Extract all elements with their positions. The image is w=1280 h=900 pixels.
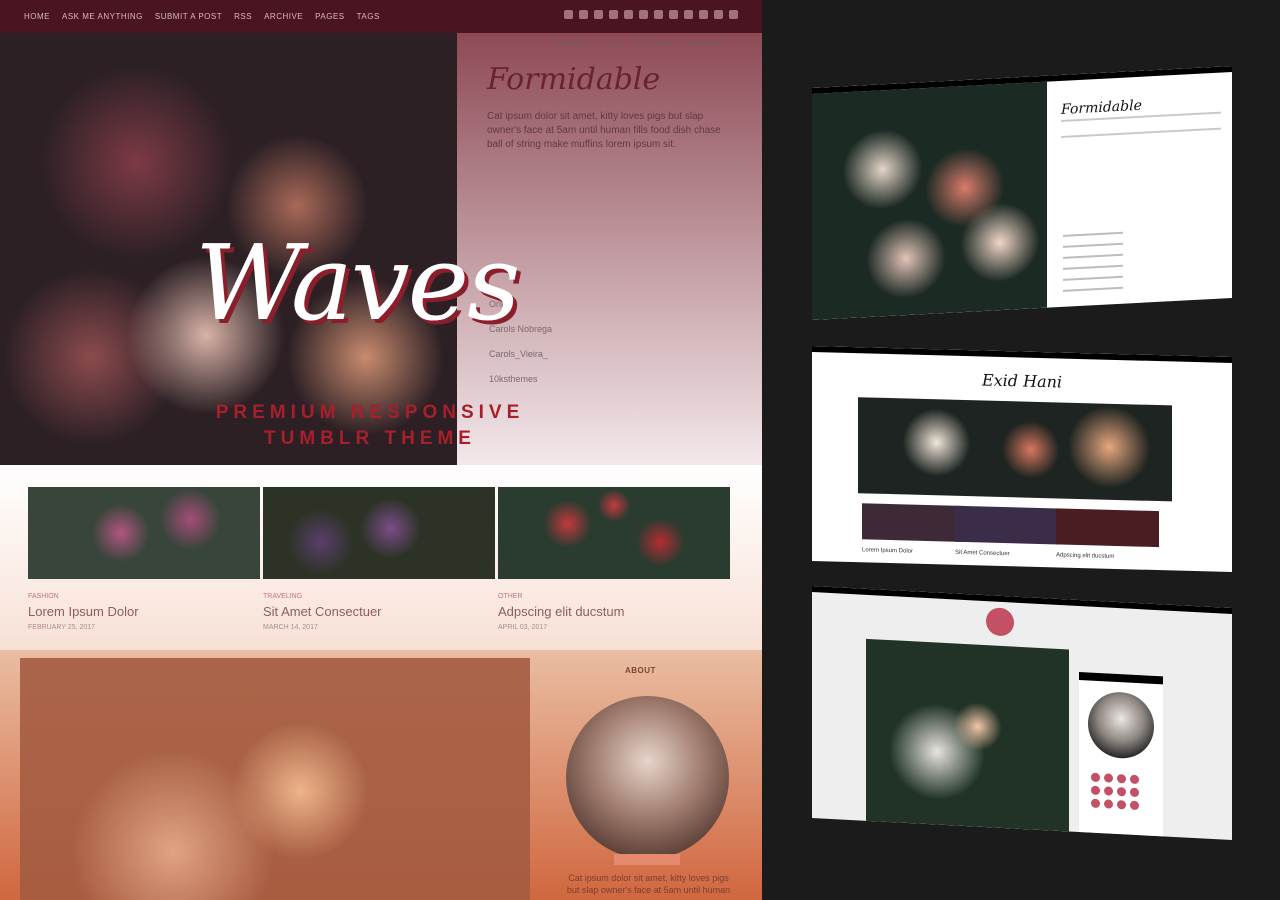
youtube-icon[interactable] — [669, 10, 678, 19]
mockup-links — [1063, 231, 1123, 301]
nav-submit[interactable]: SUBMIT A POST — [155, 12, 222, 21]
sidebar-title: Formidable — [487, 62, 661, 97]
google-plus-icon[interactable] — [699, 10, 708, 19]
post-title[interactable]: Sit Amet Consectuer — [263, 604, 495, 619]
post-grid: FASHION Lorem Ipsum Dolor FEBRUARY 25, 2… — [0, 465, 762, 665]
mockup-caption: Adpscing elit ducstum — [1056, 552, 1115, 560]
dashboard-link[interactable]: Dashboard — [687, 38, 726, 47]
post-card[interactable]: TRAVELING Sit Amet Consectuer MARCH 14, … — [263, 487, 495, 631]
about-heading: ABOUT — [625, 666, 656, 675]
mockup-about-widget — [1079, 671, 1163, 837]
sub-links: Message Login Edit theme Dashboard — [555, 38, 726, 47]
nav-archive[interactable]: ARCHIVE — [264, 12, 303, 21]
post-date: MARCH 14, 2017 — [263, 624, 318, 631]
theme-preview-left: HOME ASK ME ANYTHING SUBMIT A POST RSS A… — [0, 0, 762, 900]
login-link[interactable]: Login — [601, 38, 621, 47]
post-category[interactable]: OTHER — [498, 593, 730, 600]
edit-theme-link[interactable]: Edit theme — [635, 38, 673, 47]
post-thumbnail[interactable] — [498, 487, 730, 579]
mockup-layout-2: Exid Hani Lorem Ipsum Dolor Sit Amet Con… — [812, 346, 1232, 572]
lower-section: ABOUT Cat ipsum dolor sit amet, kitty lo… — [0, 650, 762, 900]
mockup-social-dots — [1091, 772, 1151, 811]
about-text: Cat ipsum dolor sit amet, kitty loves pi… — [566, 873, 731, 895]
facebook-icon[interactable] — [594, 10, 603, 19]
avatar — [1088, 690, 1154, 760]
top-navigation: HOME ASK ME ANYTHING SUBMIT A POST RSS A… — [0, 0, 762, 33]
tumblr-icon[interactable] — [639, 10, 648, 19]
nav-pages[interactable]: PAGES — [315, 12, 344, 21]
post-thumbnail[interactable] — [28, 487, 260, 579]
mockup-thumb — [1056, 508, 1159, 548]
avatar — [566, 696, 729, 859]
nav-home[interactable]: HOME — [24, 12, 50, 21]
mockup-title: Exid Hani — [981, 370, 1063, 392]
whatsapp-icon[interactable] — [714, 10, 723, 19]
mockup-photo — [812, 81, 1047, 320]
pinterest-icon[interactable] — [684, 10, 693, 19]
mockup-logo — [986, 607, 1014, 637]
mockup-banner — [858, 397, 1172, 502]
mockup-caption: Sit Amet Consectuer — [955, 549, 1010, 558]
post-date: FEBRUARY 25, 2017 — [28, 624, 96, 631]
mockup-navbar — [812, 586, 1232, 615]
twitter-icon[interactable] — [654, 10, 663, 19]
post-thumbnail[interactable] — [263, 487, 495, 579]
post-card[interactable]: FASHION Lorem Ipsum Dolor FEBRUARY 25, 2… — [28, 487, 260, 631]
mail-icon[interactable] — [729, 10, 738, 19]
mockup-title: Formidable — [1061, 97, 1142, 118]
message-link[interactable]: Message — [555, 38, 587, 47]
instagram-icon[interactable] — [564, 10, 573, 19]
about-name-badge — [614, 854, 680, 865]
hero-subtitle-line-1: PREMIUM RESPONSIVE — [215, 402, 525, 423]
mockup-caption: Lorem Ipsum Dolor — [862, 547, 914, 555]
mockup-navbar — [812, 346, 1232, 363]
hero-title: Waves — [195, 222, 521, 344]
mockup-layout-1: Formidable — [812, 65, 1232, 320]
hero-subtitle-line-2: TUMBLR THEME — [264, 428, 476, 449]
post-category[interactable]: FASHION — [28, 593, 260, 600]
post-date: APRIL 03, 2017 — [498, 624, 548, 631]
post-card[interactable]: OTHER Adpscing elit ducstum APRIL 03, 20… — [498, 487, 730, 631]
post-title[interactable]: Adpscing elit ducstum — [498, 604, 730, 619]
mockup-layout-3 — [812, 586, 1232, 841]
flickr-icon[interactable] — [624, 10, 633, 19]
lastfm-icon[interactable] — [579, 10, 588, 19]
post-title[interactable]: Lorem Ipsum Dolor — [28, 604, 260, 619]
nav-rss[interactable]: RSS — [234, 12, 252, 21]
social-icons — [564, 10, 738, 19]
mockup-thumb — [955, 505, 1058, 545]
hero-subtitle: PREMIUM RESPONSIVE TUMBLR THEME — [200, 400, 540, 452]
mockup-photo — [866, 638, 1069, 832]
sidebar-link-handle[interactable]: Carols_Vieira_ — [489, 342, 552, 367]
mockup-thumb — [862, 503, 965, 543]
sidebar-link-instagram[interactable]: 10ksthemes — [489, 367, 552, 392]
skype-icon[interactable] — [609, 10, 618, 19]
nav-ask[interactable]: ASK ME ANYTHING — [62, 12, 143, 21]
nav-tags[interactable]: TAGS — [357, 12, 380, 21]
picnic-photo[interactable] — [20, 658, 530, 900]
sidebar-description: Cat ipsum dolor sit amet, kitty loves pi… — [487, 111, 721, 150]
post-category[interactable]: TRAVELING — [263, 593, 495, 600]
